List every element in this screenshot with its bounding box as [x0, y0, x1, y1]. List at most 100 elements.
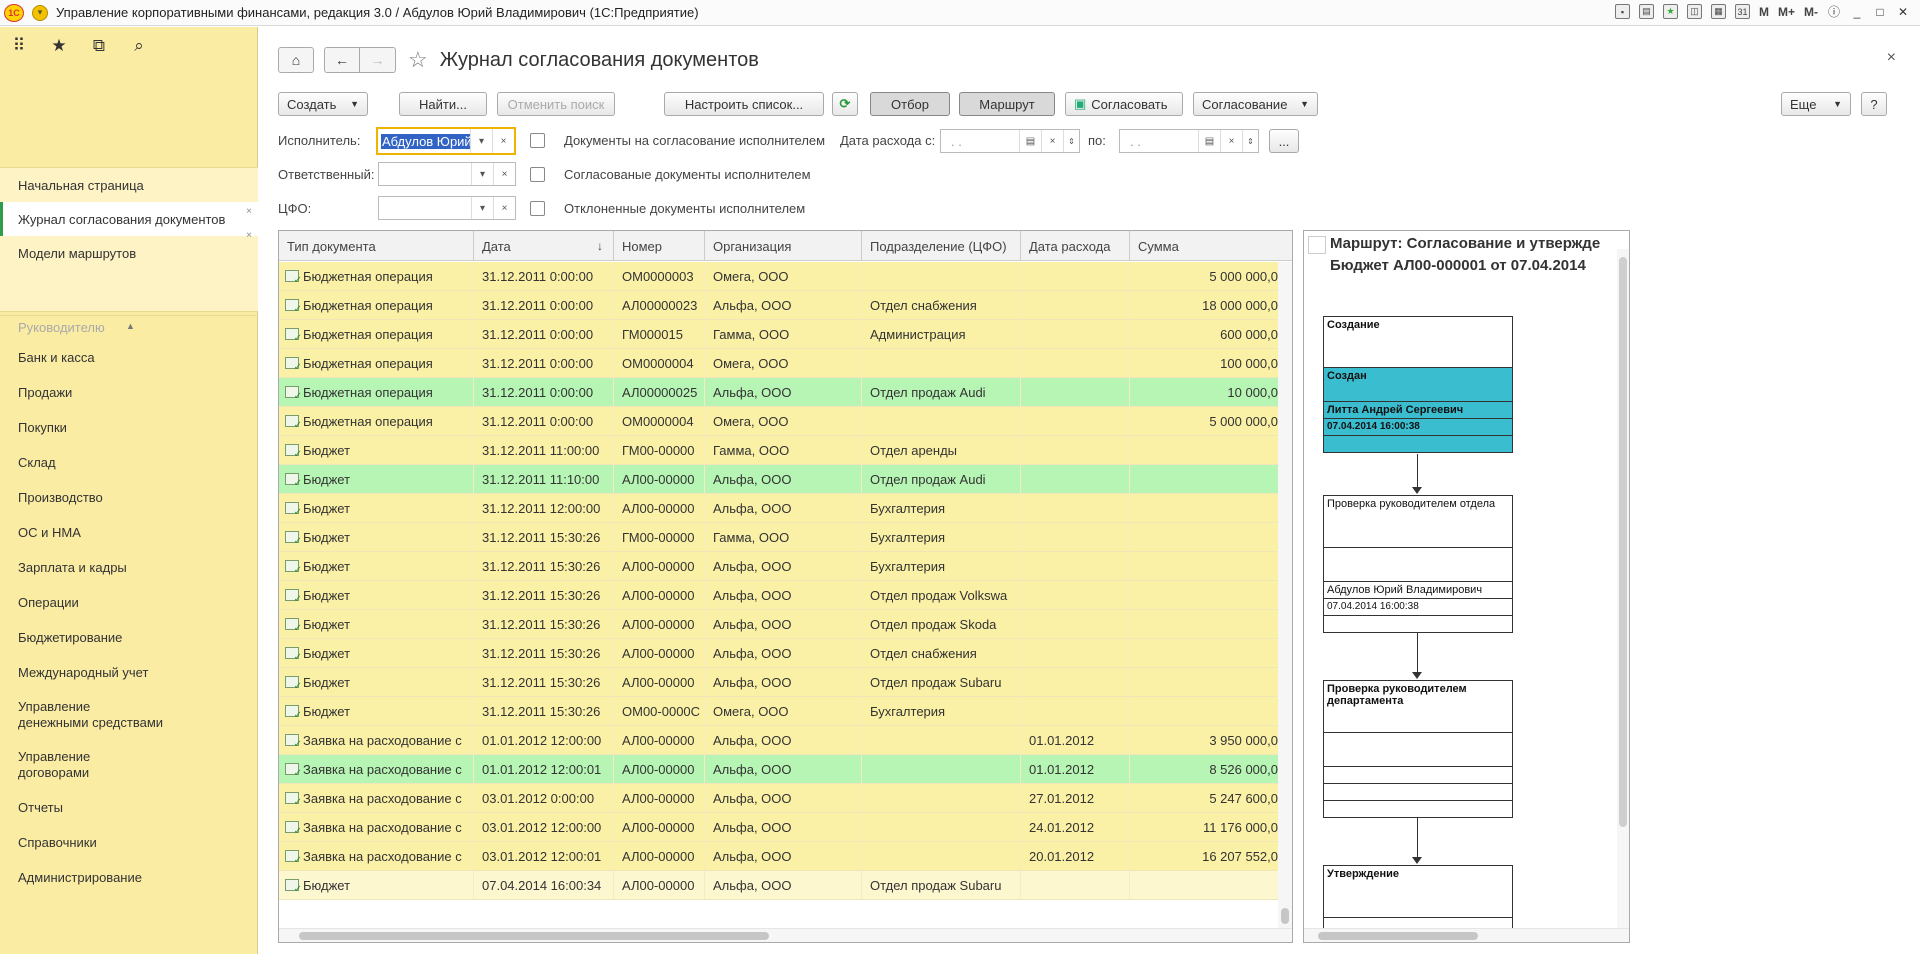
table-row[interactable]: Бюджетная операция 31.12.2011 0:00:00 ГМ00…	[279, 320, 1279, 349]
minimize-icon[interactable]: _	[1850, 5, 1864, 19]
column-header-organization[interactable]: Организация	[705, 231, 862, 261]
scroll-thumb[interactable]	[299, 932, 769, 940]
save-icon[interactable]: ▪	[1614, 4, 1630, 19]
print-icon[interactable]: ▤	[1638, 4, 1654, 19]
column-header-doc-type[interactable]: Тип документа	[279, 231, 474, 261]
main-menu-icon[interactable]: ▾	[32, 4, 48, 21]
spin-icon[interactable]: ⇕	[1063, 130, 1079, 152]
table-row[interactable]: Бюджетная операция 31.12.2011 0:00:00 АЛ00…	[279, 291, 1279, 320]
table-row[interactable]: Заявка на расходование с 03.01.2012 0:00:…	[279, 784, 1279, 813]
history-icon[interactable]: ◫	[1686, 4, 1702, 19]
section-budgeting[interactable]: Бюджетирование	[0, 620, 258, 655]
executor-field[interactable]: Абдулов Юрий ▾ ×	[376, 127, 516, 155]
calendar-icon[interactable]: 31	[1734, 4, 1750, 19]
table-row[interactable]: Заявка на расходование с 03.01.2012 12:00…	[279, 813, 1279, 842]
forward-button[interactable]: →	[360, 47, 396, 73]
calculator-icon[interactable]: ▦	[1710, 4, 1726, 19]
table-row[interactable]: Бюджет 31.12.2011 15:30:26 ОМ00-0000С Омега…	[279, 697, 1279, 726]
section-administration[interactable]: Администрирование	[0, 860, 258, 895]
approve-button[interactable]: ▣ Согласовать	[1065, 92, 1183, 116]
section-payroll[interactable]: Зарплата и кадры	[0, 550, 258, 585]
scroll-thumb[interactable]	[1619, 257, 1627, 827]
configure-list-button[interactable]: Настроить список...	[664, 92, 824, 116]
rejected-checkbox[interactable]	[530, 201, 545, 216]
dropdown-icon[interactable]: ▾	[471, 197, 493, 219]
horizontal-scrollbar[interactable]	[1304, 928, 1629, 942]
memory-plus-button[interactable]: M+	[1778, 5, 1795, 19]
table-row[interactable]: Заявка на расходование с 01.01.2012 12:00…	[279, 726, 1279, 755]
back-button[interactable]: ←	[324, 47, 360, 73]
cancel-search-button[interactable]: Отменить поиск	[497, 92, 615, 116]
dropdown-icon[interactable]: ▾	[470, 129, 492, 153]
column-header-expense-date[interactable]: Дата расхода	[1021, 231, 1130, 261]
vertical-scrollbar[interactable]	[1278, 262, 1292, 930]
approved-checkbox[interactable]	[530, 167, 545, 182]
table-row[interactable]: Заявка на расходование с 03.01.2012 12:00…	[279, 842, 1279, 871]
column-header-number[interactable]: Номер	[614, 231, 705, 261]
table-row[interactable]: Бюджет 31.12.2011 15:30:26 АЛ00-00000 Альфа…	[279, 668, 1279, 697]
clear-icon[interactable]: ×	[493, 163, 515, 185]
table-row[interactable]: Бюджет 31.12.2011 15:30:26 АЛ00-00000 Альфа…	[279, 639, 1279, 668]
memory-minus-button[interactable]: M-	[1804, 5, 1818, 19]
table-row[interactable]: Бюджет 31.12.2011 15:30:26 АЛ00-00000 Альфа…	[279, 552, 1279, 581]
calendar-icon[interactable]: ▤	[1198, 130, 1220, 152]
find-button[interactable]: Найти...	[399, 92, 487, 116]
clear-icon[interactable]: ×	[493, 197, 515, 219]
history-icon[interactable]: ⧉	[90, 36, 108, 55]
table-row[interactable]: Бюджетная операция 31.12.2011 0:00:00 ОМ00…	[279, 349, 1279, 378]
scroll-up-icon[interactable]: ▲	[126, 321, 135, 331]
for-approval-checkbox[interactable]	[530, 133, 545, 148]
section-cash-management[interactable]: Управление денежными средствами	[0, 690, 258, 740]
route-node-creation[interactable]: Создание Создан Литта Андрей Сергеевич 0…	[1323, 316, 1513, 453]
section-warehouse[interactable]: Склад	[0, 445, 258, 480]
section-reports[interactable]: Отчеты	[0, 790, 258, 825]
approval-menu-button[interactable]: Согласование ▼	[1193, 92, 1318, 116]
table-row[interactable]: Бюджетная операция 31.12.2011 0:00:00 АЛ00…	[279, 378, 1279, 407]
filter-button[interactable]: Отбор	[870, 92, 950, 116]
vertical-scrollbar[interactable]	[1617, 249, 1629, 929]
memory-m-button[interactable]: M	[1759, 5, 1769, 19]
create-button[interactable]: Создать ▼	[278, 92, 368, 116]
table-row[interactable]: Заявка на расходование с 01.01.2012 12:00…	[279, 755, 1279, 784]
scroll-thumb[interactable]	[1318, 932, 1478, 940]
star-icon[interactable]: ★	[50, 36, 68, 55]
section-production[interactable]: Производство	[0, 480, 258, 515]
section-bank[interactable]: Банк и касса	[0, 340, 258, 375]
favorite-icon[interactable]: ★	[1662, 4, 1678, 19]
search-icon[interactable]: ⌕	[130, 36, 148, 55]
date-to-field[interactable]: . . ▤ × ⇕	[1119, 129, 1259, 153]
table-row[interactable]: Бюджетная операция 31.12.2011 0:00:00 ОМ00…	[279, 407, 1279, 436]
route-node-department-head-check[interactable]: Проверка руководителем департамента	[1323, 680, 1513, 818]
section-fixed-assets[interactable]: ОС и НМА	[0, 515, 258, 550]
clear-icon[interactable]: ×	[1041, 130, 1063, 152]
section-purchases[interactable]: Покупки	[0, 410, 258, 445]
calendar-icon[interactable]: ▤	[1019, 130, 1041, 152]
section-catalogs[interactable]: Справочники	[0, 825, 258, 860]
apps-grid-icon[interactable]: ⠿	[10, 36, 28, 55]
table-row[interactable]: Бюджет 31.12.2011 11:00:00 ГМ00-00000 Гамма…	[279, 436, 1279, 465]
more-button[interactable]: Еще ▼	[1781, 92, 1851, 116]
section-sales[interactable]: Продажи	[0, 375, 258, 410]
route-node-dept-head-check[interactable]: Проверка руководителем отдела Абдулов Юр…	[1323, 495, 1513, 633]
table-row[interactable]: Бюджет 31.12.2011 11:10:00 АЛ00-00000 Альфа…	[279, 465, 1279, 494]
refresh-icon[interactable]: ⟳	[832, 92, 858, 116]
table-row[interactable]: Бюджет 31.12.2011 12:00:00 АЛ00-00000 Альфа…	[279, 494, 1279, 523]
responsible-field[interactable]: ▾ ×	[378, 162, 516, 186]
info-icon[interactable]: ⓘ	[1827, 5, 1841, 19]
column-header-date[interactable]: Дата ↓	[474, 231, 614, 261]
date-from-field[interactable]: . . ▤ × ⇕	[940, 129, 1080, 153]
table-row[interactable]: Бюджет 31.12.2011 15:30:26 ГМ00-00000 Гамма…	[279, 523, 1279, 552]
favorite-star-icon[interactable]: ☆	[408, 47, 428, 73]
table-row[interactable]: Бюджетная операция 31.12.2011 0:00:00 ОМ00…	[279, 262, 1279, 291]
close-window-icon[interactable]: ✕	[1896, 5, 1910, 19]
cfo-field[interactable]: ▾ ×	[378, 196, 516, 220]
nav-item-home[interactable]: Начальная страница	[0, 168, 258, 202]
scroll-thumb[interactable]	[1281, 908, 1289, 924]
table-row[interactable]: Бюджет 31.12.2011 15:30:26 АЛ00-00000 Альфа…	[279, 581, 1279, 610]
table-row[interactable]: Бюджет 07.04.2014 16:00:34 АЛ00-00000 Альфа…	[279, 871, 1279, 900]
section-operations[interactable]: Операции	[0, 585, 258, 620]
home-button[interactable]: ⌂	[278, 47, 314, 73]
close-page-icon[interactable]: ×	[1887, 49, 1896, 67]
help-button[interactable]: ?	[1861, 92, 1887, 116]
period-select-button[interactable]: ...	[1269, 129, 1299, 153]
